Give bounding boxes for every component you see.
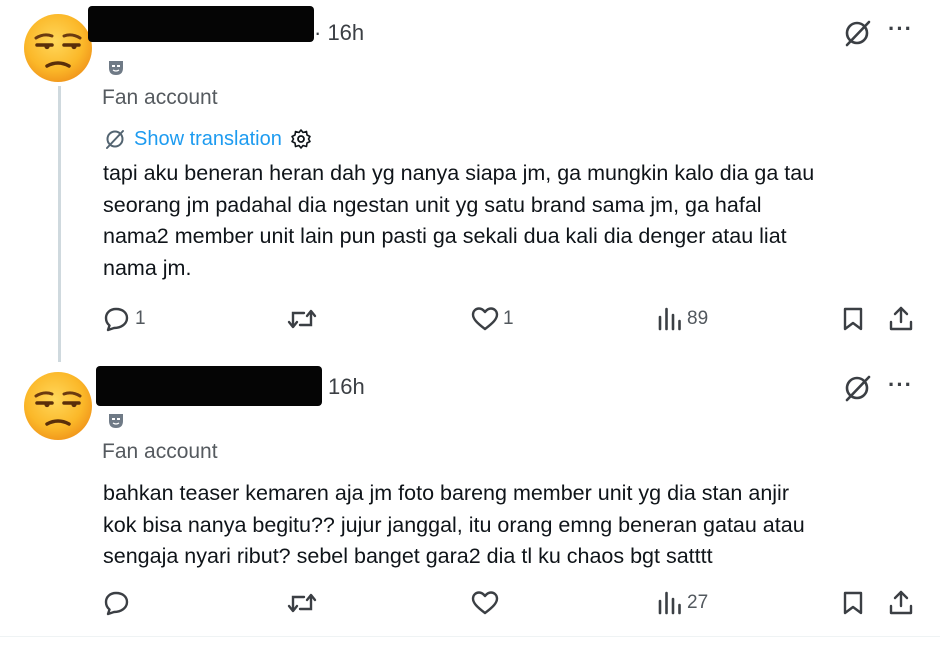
tweet-text: bahkan teaser kemaren aja jm foto bareng… [103,478,903,573]
share-icon [889,590,913,615]
redacted-username [88,6,314,42]
bookmark-icon [843,591,863,615]
views-button[interactable]: 89 [657,306,708,332]
like-button[interactable] [471,590,503,616]
fan-account-label: Fan account [102,86,218,109]
repost-button[interactable] [287,590,321,616]
tweet-text-line: nama2 member unit lain pun pasti ga seka… [103,224,787,248]
reply-icon [104,307,129,332]
redacted-username [96,366,322,406]
mask-badge-icon [109,61,123,75]
like-icon [471,307,499,331]
reply-button[interactable]: 1 [103,306,146,332]
tweet-text-line: tapi aku beneran heran dah yg nanya siap… [103,161,815,185]
thread-connector-line [58,86,61,362]
share-button[interactable] [887,305,915,333]
tweet-text: tapi aku beneran heran dah yg nanya siap… [103,158,903,284]
tweet-timestamp[interactable]: 16h [328,374,365,400]
views-icon [658,307,681,331]
like-count: 1 [503,308,514,329]
repost-icon [287,593,317,613]
repost-button[interactable] [287,306,321,332]
tweet-divider [0,636,940,637]
like-icon [471,591,499,615]
tweet-text-line: seorang jm padahal dia ngestan unit yg s… [103,192,762,217]
grok-icon[interactable] [843,18,873,48]
avatar[interactable] [22,12,94,84]
translate-icon [106,130,124,149]
tweet-text-line: nama jm. [103,255,192,280]
reply-icon [104,591,129,616]
tweet-text-line: kok bisa nanya begitu?? jujur janggal, i… [103,512,805,537]
reply-button[interactable] [103,590,135,616]
more-icon[interactable]: ··· [888,16,913,42]
show-translation-label[interactable]: Show translation [134,128,282,151]
views-button[interactable]: 27 [657,590,708,616]
bookmark-button[interactable] [840,306,866,332]
grok-icon[interactable] [843,373,873,403]
tweet-text-line: sengaja nyari ribut? sebel banget gara2 … [103,544,713,568]
views-icon [658,591,681,615]
gear-icon[interactable] [290,128,312,150]
repost-icon [287,309,317,329]
views-count: 27 [687,592,709,613]
more-icon[interactable]: ··· [888,372,913,398]
show-translation-link[interactable]: Show translation [104,127,312,151]
views-count: 89 [687,308,709,329]
reply-count: 1 [135,308,146,329]
share-icon [889,306,913,331]
avatar[interactable] [22,370,94,442]
share-button[interactable] [887,589,915,617]
tweet-timestamp[interactable]: · 16h [314,20,364,46]
bookmark-button[interactable] [840,590,866,616]
tweet-text-line: bahkan teaser kemaren aja jm foto bareng… [103,481,789,505]
bookmark-icon [843,307,863,331]
mask-badge-icon [109,414,123,428]
fan-account-label: Fan account [102,440,218,463]
like-button[interactable]: 1 [471,306,514,332]
